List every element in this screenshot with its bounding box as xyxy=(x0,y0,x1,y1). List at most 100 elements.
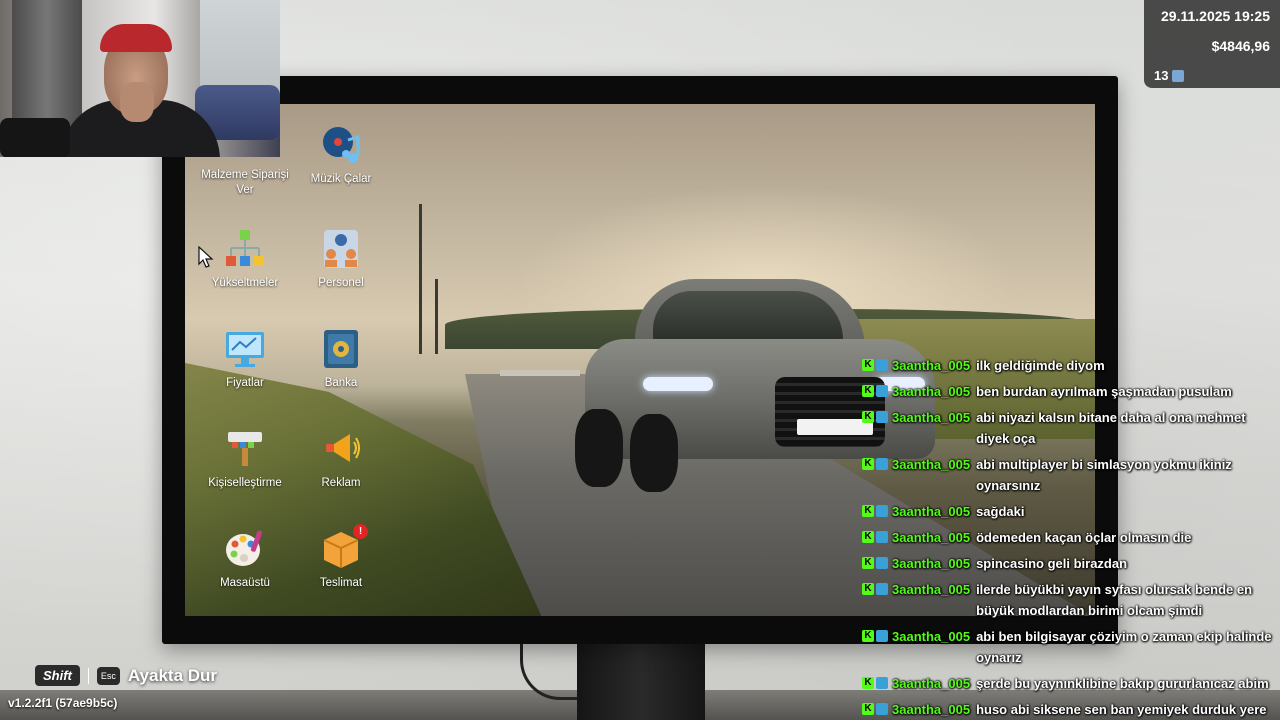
chat-message: K 3aantha_005 sağdaki xyxy=(862,501,1280,522)
desktop-icon-delivery[interactable]: ! Teslimat xyxy=(291,524,391,618)
chat-username: 3aantha_005 xyxy=(892,410,971,425)
monitor-stand xyxy=(577,640,705,720)
chat-username: 3aantha_005 xyxy=(892,582,971,597)
customize-icon xyxy=(224,428,266,470)
desktop-icon-music-player[interactable]: Müzik Çalar xyxy=(291,124,391,214)
stand-up-action[interactable]: Ayakta Dur xyxy=(128,666,217,686)
subscriber-badge-icon xyxy=(876,458,888,470)
chat-text: ödemeden kaçan öçlar olmasın die xyxy=(976,530,1192,545)
hint-separator xyxy=(87,667,89,684)
subscriber-badge-icon xyxy=(876,531,888,543)
desktop-icon-advertising[interactable]: Reklam xyxy=(291,428,391,518)
subscriber-badge-icon xyxy=(876,703,888,715)
desktop-icon-label: Malzeme Siparişi Ver xyxy=(201,169,289,196)
chat-username: 3aantha_005 xyxy=(892,676,971,691)
chat-text: şerde bu yaynınklibine bakıp gururlanıca… xyxy=(976,676,1269,691)
chat-username: 3aantha_005 xyxy=(892,384,971,399)
desktop-icon-prices[interactable]: Fiyatlar xyxy=(195,328,295,418)
wallpaper-pole xyxy=(419,204,422,354)
subscriber-badge-icon xyxy=(876,411,888,423)
chat-username: 3aantha_005 xyxy=(892,530,971,545)
subscriber-badge-icon xyxy=(876,359,888,371)
chat-message: K 3aantha_005 ilk geldiğimde diyom xyxy=(862,355,1280,376)
desktop-icon-grid: Malzeme Siparişi Ver Müzik Çalar Yükselt… xyxy=(195,120,395,600)
prices-icon xyxy=(224,328,266,370)
subscriber-badge-icon xyxy=(876,557,888,569)
desktop-icon-label: Personel xyxy=(318,277,364,289)
desktop-icon-label: Fiyatlar xyxy=(226,377,264,389)
kick-badge-icon: K xyxy=(862,531,874,543)
chat-text: abi ben bilgisayar çöziyim o zaman ekip … xyxy=(976,629,1272,665)
chat-username: 3aantha_005 xyxy=(892,556,971,571)
chat-username: 3aantha_005 xyxy=(892,358,971,373)
kick-badge-icon: K xyxy=(862,677,874,689)
desktop-icon-label: Yükseltmeler xyxy=(211,277,279,289)
desktop-icon-upgrades[interactable]: Yükseltmeler xyxy=(195,228,295,318)
chat-text: spincasino geli birazdan xyxy=(976,556,1128,571)
kick-badge-icon: K xyxy=(862,505,874,517)
desktop-icon-bank[interactable]: Banka xyxy=(291,328,391,418)
subscriber-badge-icon xyxy=(876,385,888,397)
subscriber-badge-icon xyxy=(876,505,888,517)
chat-message: K 3aantha_005 spincasino geli birazdan xyxy=(862,553,1280,574)
chat-username: 3aantha_005 xyxy=(892,504,971,519)
wallpaper-guardrail xyxy=(500,370,580,376)
kick-badge-icon: K xyxy=(862,411,874,423)
chat-text: ilk geldiğimde diyom xyxy=(976,358,1105,373)
chat-text: sağdaki xyxy=(976,504,1025,519)
hud-datetime: 29.11.2025 19:25 xyxy=(1161,8,1270,24)
hud-money: $4846,96 xyxy=(1211,38,1270,54)
desktop-icon-label: Müzik Çalar xyxy=(310,173,372,185)
chat-message: K 3aantha_005 şerde bu yaynınklibine bak… xyxy=(862,673,1280,694)
chat-message: K 3aantha_005 abi multiplayer bi simlasy… xyxy=(862,454,1280,496)
hud-level: 13 xyxy=(1154,68,1169,83)
chat-message: K 3aantha_005 abi niyazi kalsın bitane d… xyxy=(862,407,1280,449)
palette-icon xyxy=(224,528,266,570)
bank-icon xyxy=(320,328,362,370)
desktop-icon-label: Reklam xyxy=(321,477,361,489)
chat-text: ilerde büyükbi yayın syfası olursak bend… xyxy=(976,582,1253,618)
game-hud: 29.11.2025 19:25 $4846,96 13 xyxy=(1144,0,1280,88)
desktop-icon-desktop[interactable]: Masaüstü xyxy=(195,528,295,618)
shift-key-hint: Shift xyxy=(35,665,80,686)
key-hints: Shift Esc Ayakta Dur xyxy=(35,665,217,686)
kick-badge-icon: K xyxy=(862,385,874,397)
kick-badge-icon: K xyxy=(862,703,874,715)
desktop-icon-label: Banka xyxy=(324,377,358,389)
desktop-icon-label: Kişiselleştirme xyxy=(208,477,282,489)
chat-message: K 3aantha_005 ben burdan ayrılmam şaşmad… xyxy=(862,381,1280,402)
stream-chat: K 3aantha_005 ilk geldiğimde diyom K 3aa… xyxy=(862,355,1280,720)
kick-badge-icon: K xyxy=(862,630,874,642)
notification-badge: ! xyxy=(353,524,368,539)
subscriber-badge-icon xyxy=(876,583,888,595)
chat-text: abi multiplayer bi simlasyon yokmu ikini… xyxy=(976,457,1232,493)
game-version: v1.2.2f1 (57ae9b5c) xyxy=(8,696,118,710)
kick-badge-icon: K xyxy=(862,359,874,371)
esc-key-hint: Esc xyxy=(96,666,120,685)
desktop-icon-staff[interactable]: Personel xyxy=(291,228,391,318)
chat-message: K 3aantha_005 ilerde büyükbi yayın syfas… xyxy=(862,579,1280,621)
chat-username: 3aantha_005 xyxy=(892,629,971,644)
desktop-icon-label: Teslimat xyxy=(319,577,363,589)
chat-message: K 3aantha_005 huso abi siksene sen ban y… xyxy=(862,699,1280,720)
webcam-overlay xyxy=(0,0,280,157)
chat-message: K 3aantha_005 abi ben bilgisayar çöziyim… xyxy=(862,626,1280,668)
desktop-icon-label: Masaüstü xyxy=(220,577,270,589)
subscriber-badge-icon xyxy=(876,677,888,689)
kick-badge-icon: K xyxy=(862,557,874,569)
kick-badge-icon: K xyxy=(862,583,874,595)
chat-text: huso abi siksene sen ban yemiyek durduk … xyxy=(976,702,1267,717)
subscriber-badge-icon xyxy=(876,630,888,642)
kick-badge-icon: K xyxy=(862,458,874,470)
upgrades-icon xyxy=(224,228,266,270)
chat-text: ben burdan ayrılmam şaşmadan pusulam xyxy=(976,384,1232,399)
chat-message: K 3aantha_005 ödemeden kaçan öçlar olmas… xyxy=(862,527,1280,548)
desktop-icon-customize[interactable]: Kişiselleştirme xyxy=(195,428,295,518)
chat-username: 3aantha_005 xyxy=(892,457,971,472)
chat-username: 3aantha_005 xyxy=(892,702,971,717)
megaphone-icon xyxy=(320,428,362,470)
wallpaper-pole xyxy=(435,279,438,354)
staff-icon xyxy=(320,228,362,270)
mouse-cursor-icon xyxy=(198,245,214,273)
delivery-icon: ! xyxy=(320,524,368,570)
